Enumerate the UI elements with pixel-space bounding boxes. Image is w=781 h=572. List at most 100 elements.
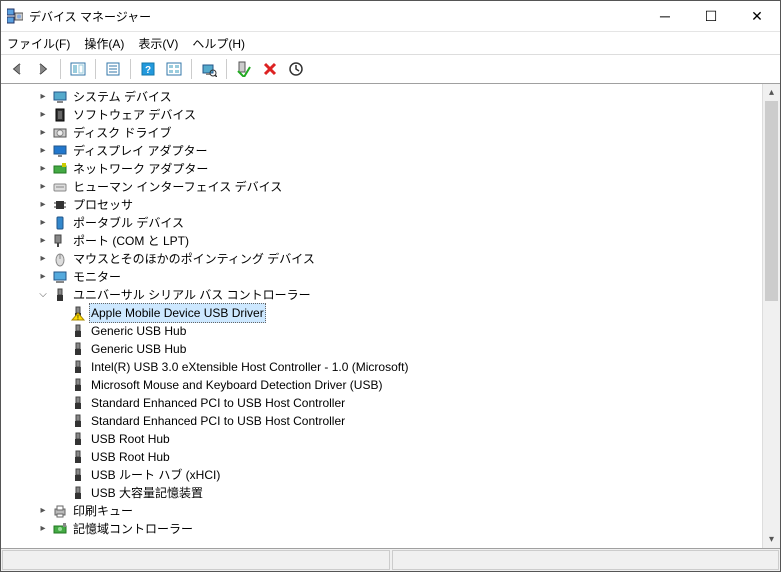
tree-item[interactable]: ▸ ネットワーク アダプター	[7, 160, 762, 178]
tree-item[interactable]: Intel(R) USB 3.0 eXtensible Host Control…	[7, 358, 762, 376]
tree-item-label: USB Root Hub	[89, 430, 172, 448]
expand-icon[interactable]: ▸	[37, 178, 49, 196]
tree-item-label: Generic USB Hub	[89, 322, 188, 340]
menu-view[interactable]: 表示(V)	[138, 35, 178, 52]
update-driver-button[interactable]	[284, 57, 308, 81]
drive-icon	[52, 125, 68, 141]
tree-item[interactable]: ▸ ディスク ドライブ	[7, 124, 762, 142]
usb-icon	[70, 395, 86, 411]
tree-item[interactable]: ⌵ユニバーサル シリアル バス コントローラー	[7, 286, 762, 304]
tree-item[interactable]: Generic USB Hub	[7, 340, 762, 358]
scroll-thumb[interactable]	[765, 101, 778, 301]
expand-icon[interactable]: ▸	[37, 106, 49, 124]
expand-icon[interactable]: ▸	[37, 520, 49, 538]
window: デバイス マネージャー ─ ☐ ✕ ファイル(F) 操作(A) 表示(V) ヘル…	[0, 0, 781, 572]
scan-hardware-button[interactable]	[197, 57, 221, 81]
separator	[226, 59, 227, 79]
separator	[60, 59, 61, 79]
content-area: ▸ システム デバイス ▸ ソフトウェア デバイス ▸ ディスク ドライブ▸ディスプレイ …	[1, 84, 780, 549]
menu-help[interactable]: ヘルプ(H)	[192, 35, 245, 52]
menu-file[interactable]: ファイル(F)	[7, 35, 70, 52]
tree-item[interactable]: ▸ モニター	[7, 268, 762, 286]
expand-icon[interactable]: ▸	[37, 88, 49, 106]
tree-item-label: ソフトウェア デバイス	[71, 106, 198, 124]
titlebar[interactable]: デバイス マネージャー ─ ☐ ✕	[1, 1, 780, 31]
tree-item-label: Standard Enhanced PCI to USB Host Contro…	[89, 394, 347, 412]
tree-item[interactable]: ▸ディスプレイ アダプター	[7, 142, 762, 160]
tree-item[interactable]: ▸ ソフトウェア デバイス	[7, 106, 762, 124]
expand-icon[interactable]: ▸	[37, 214, 49, 232]
svg-text:?: ?	[145, 65, 151, 76]
tree-item-label: USB ルート ハブ (xHCI)	[89, 466, 222, 484]
cpu-icon	[52, 197, 68, 213]
tree-item[interactable]: ▸印刷キュー	[7, 502, 762, 520]
properties-button[interactable]	[101, 57, 125, 81]
computer-icon	[52, 89, 68, 105]
show-hidden-button[interactable]	[66, 57, 90, 81]
status-bar	[1, 549, 780, 571]
separator	[95, 59, 96, 79]
tree-item[interactable]: ▸プロセッサ	[7, 196, 762, 214]
usb-icon: !	[70, 305, 86, 321]
tree-item-label: Generic USB Hub	[89, 340, 188, 358]
tree-item[interactable]: USB ルート ハブ (xHCI)	[7, 466, 762, 484]
expand-icon[interactable]: ▸	[37, 142, 49, 160]
tree-item-label: Microsoft Mouse and Keyboard Detection D…	[89, 376, 384, 394]
netcard-icon	[52, 161, 68, 177]
tree-item[interactable]: ▸ システム デバイス	[7, 88, 762, 106]
tree-item[interactable]: ▸ポート (COM と LPT)	[7, 232, 762, 250]
hid-icon	[52, 179, 68, 195]
device-tree[interactable]: ▸ システム デバイス ▸ ソフトウェア デバイス ▸ ディスク ドライブ▸ディスプレイ …	[1, 84, 762, 548]
tree-item-label: USB 大容量記憶装置	[89, 484, 205, 502]
expand-icon[interactable]: ▸	[37, 196, 49, 214]
expand-icon[interactable]: ▸	[37, 160, 49, 178]
tree-item[interactable]: ▸ポータブル デバイス	[7, 214, 762, 232]
tree-item[interactable]: Microsoft Mouse and Keyboard Detection D…	[7, 376, 762, 394]
expand-icon[interactable]: ⌵	[37, 286, 49, 304]
view-button[interactable]	[162, 57, 186, 81]
expand-icon[interactable]: ▸	[37, 502, 49, 520]
tree-item-label: Intel(R) USB 3.0 eXtensible Host Control…	[89, 358, 410, 376]
scroll-up-icon[interactable]: ▴	[763, 84, 780, 101]
tree-item[interactable]: USB 大容量記憶装置	[7, 484, 762, 502]
uninstall-device-button[interactable]	[258, 57, 282, 81]
monitor2-icon	[52, 269, 68, 285]
tree-item-label: ネットワーク アダプター	[71, 160, 210, 178]
tree-item[interactable]: USB Root Hub	[7, 430, 762, 448]
enable-device-button[interactable]	[232, 57, 256, 81]
tree-item[interactable]: Standard Enhanced PCI to USB Host Contro…	[7, 394, 762, 412]
monitor-icon	[52, 143, 68, 159]
expand-icon[interactable]: ▸	[37, 250, 49, 268]
forward-button[interactable]	[31, 57, 55, 81]
usb-icon	[52, 287, 68, 303]
back-button[interactable]	[5, 57, 29, 81]
vertical-scrollbar[interactable]: ▴ ▾	[762, 84, 780, 548]
maximize-button[interactable]: ☐	[688, 1, 734, 31]
menu-action[interactable]: 操作(A)	[84, 35, 124, 52]
tree-item-label: モニター	[71, 268, 123, 286]
tree-item[interactable]: !Apple Mobile Device USB Driver	[7, 304, 762, 322]
storage-icon	[52, 521, 68, 537]
separator	[191, 59, 192, 79]
tree-item-label: ディスク ドライブ	[71, 124, 174, 142]
tree-item-label: 記憶域コントローラー	[71, 520, 195, 538]
tree-item-label: Apple Mobile Device USB Driver	[89, 303, 266, 323]
scroll-down-icon[interactable]: ▾	[763, 531, 780, 548]
help-button[interactable]: ?	[136, 57, 160, 81]
usb-icon	[70, 377, 86, 393]
separator	[130, 59, 131, 79]
minimize-button[interactable]: ─	[642, 1, 688, 31]
expand-icon[interactable]: ▸	[37, 124, 49, 142]
close-button[interactable]: ✕	[734, 1, 780, 31]
scroll-track[interactable]	[763, 101, 780, 531]
usb-icon	[70, 341, 86, 357]
expand-icon[interactable]: ▸	[37, 268, 49, 286]
tree-item-label: システム デバイス	[71, 88, 174, 106]
tree-item[interactable]: ▸ヒューマン インターフェイス デバイス	[7, 178, 762, 196]
tree-item[interactable]: ▸ 記憶域コントローラー	[7, 520, 762, 538]
tree-item[interactable]: Generic USB Hub	[7, 322, 762, 340]
expand-icon[interactable]: ▸	[37, 232, 49, 250]
tree-item[interactable]: ▸マウスとそのほかのポインティング デバイス	[7, 250, 762, 268]
tree-item[interactable]: Standard Enhanced PCI to USB Host Contro…	[7, 412, 762, 430]
tree-item[interactable]: USB Root Hub	[7, 448, 762, 466]
